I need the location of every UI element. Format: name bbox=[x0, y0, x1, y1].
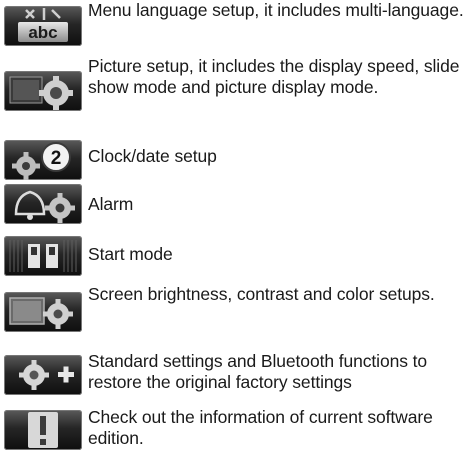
info-exclamation-icon bbox=[4, 410, 82, 450]
svg-text:abc: abc bbox=[28, 23, 57, 42]
start-mode-icon bbox=[4, 236, 82, 276]
legend-text: Check out the information of current sof… bbox=[88, 407, 433, 448]
clock-gear-icon: 2 bbox=[4, 140, 82, 180]
svg-text:2: 2 bbox=[51, 148, 62, 169]
picture-setup-icon bbox=[4, 71, 82, 111]
legend-text: Menu language setup, it includes multi-l… bbox=[88, 0, 464, 20]
legend-text: Standard settings and Bluetooth function… bbox=[88, 351, 428, 392]
standard-settings-icon bbox=[4, 355, 82, 395]
legend-text: Clock/date setup bbox=[88, 146, 217, 166]
legend-text: Picture setup, it includes the display s… bbox=[88, 56, 460, 97]
screen-brightness-icon bbox=[4, 292, 82, 332]
legend-text: Start mode bbox=[88, 244, 173, 264]
alarm-bell-icon bbox=[4, 184, 82, 224]
language-icon: abc bbox=[4, 6, 82, 46]
settings-icon-legend: abc Menu language setup, it includes mul… bbox=[0, 0, 469, 454]
legend-text: Screen brightness, contrast and color se… bbox=[88, 284, 435, 304]
legend-text: Alarm bbox=[88, 194, 134, 214]
